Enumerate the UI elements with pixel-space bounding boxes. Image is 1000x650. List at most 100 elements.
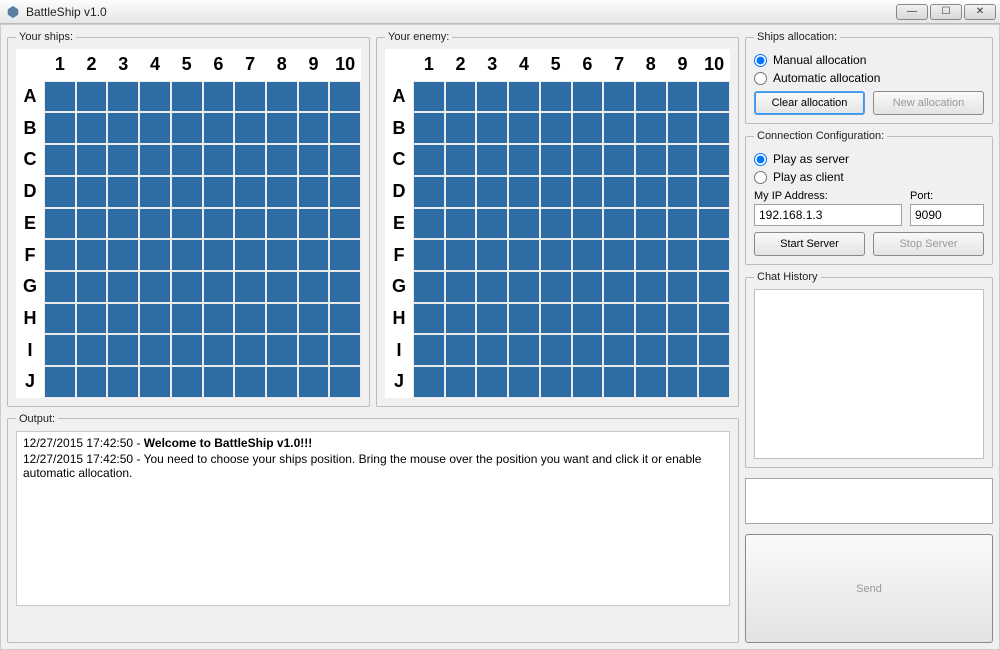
board-cell[interactable] <box>266 366 298 398</box>
board-cell[interactable] <box>476 176 508 208</box>
board-cell[interactable] <box>445 144 477 176</box>
board-cell[interactable] <box>698 144 730 176</box>
close-button[interactable]: ✕ <box>964 4 996 20</box>
board-cell[interactable] <box>139 112 171 144</box>
board-cell[interactable] <box>667 112 699 144</box>
board-cell[interactable] <box>266 334 298 366</box>
board-cell[interactable] <box>107 366 139 398</box>
board-cell[interactable] <box>603 271 635 303</box>
board-cell[interactable] <box>603 334 635 366</box>
board-cell[interactable] <box>76 112 108 144</box>
board-cell[interactable] <box>139 144 171 176</box>
board-cell[interactable] <box>107 208 139 240</box>
board-cell[interactable] <box>603 112 635 144</box>
board-cell[interactable] <box>44 144 76 176</box>
board-cell[interactable] <box>445 112 477 144</box>
your-ships-board[interactable]: 12345678910ABCDEFGHIJ <box>16 49 361 398</box>
board-cell[interactable] <box>413 144 445 176</box>
board-cell[interactable] <box>234 271 266 303</box>
board-cell[interactable] <box>603 303 635 335</box>
board-cell[interactable] <box>540 303 572 335</box>
board-cell[interactable] <box>667 303 699 335</box>
board-cell[interactable] <box>76 176 108 208</box>
board-cell[interactable] <box>667 144 699 176</box>
board-cell[interactable] <box>445 239 477 271</box>
board-cell[interactable] <box>76 208 108 240</box>
board-cell[interactable] <box>171 334 203 366</box>
board-cell[interactable] <box>329 239 361 271</box>
board-cell[interactable] <box>476 239 508 271</box>
manual-allocation-radio[interactable] <box>754 54 767 67</box>
board-cell[interactable] <box>445 81 477 113</box>
board-cell[interactable] <box>572 334 604 366</box>
port-field[interactable] <box>910 204 984 226</box>
board-cell[interactable] <box>667 334 699 366</box>
board-cell[interactable] <box>476 112 508 144</box>
maximize-button[interactable]: ☐ <box>930 4 962 20</box>
board-cell[interactable] <box>203 81 235 113</box>
board-cell[interactable] <box>329 208 361 240</box>
board-cell[interactable] <box>171 112 203 144</box>
board-cell[interactable] <box>76 271 108 303</box>
board-cell[interactable] <box>540 366 572 398</box>
board-cell[interactable] <box>508 144 540 176</box>
board-cell[interactable] <box>139 334 171 366</box>
board-cell[interactable] <box>298 144 330 176</box>
board-cell[interactable] <box>413 239 445 271</box>
board-cell[interactable] <box>44 303 76 335</box>
board-cell[interactable] <box>329 334 361 366</box>
board-cell[interactable] <box>139 303 171 335</box>
board-cell[interactable] <box>572 366 604 398</box>
board-cell[interactable] <box>329 366 361 398</box>
board-cell[interactable] <box>572 271 604 303</box>
board-cell[interactable] <box>445 303 477 335</box>
board-cell[interactable] <box>203 334 235 366</box>
board-cell[interactable] <box>139 366 171 398</box>
board-cell[interactable] <box>234 366 266 398</box>
board-cell[interactable] <box>107 334 139 366</box>
board-cell[interactable] <box>635 271 667 303</box>
board-cell[interactable] <box>698 81 730 113</box>
board-cell[interactable] <box>329 112 361 144</box>
play-client-radio[interactable] <box>754 171 767 184</box>
board-cell[interactable] <box>329 81 361 113</box>
board-cell[interactable] <box>508 176 540 208</box>
board-cell[interactable] <box>413 334 445 366</box>
board-cell[interactable] <box>540 112 572 144</box>
board-cell[interactable] <box>234 144 266 176</box>
board-cell[interactable] <box>603 144 635 176</box>
board-cell[interactable] <box>540 81 572 113</box>
board-cell[interactable] <box>44 208 76 240</box>
board-cell[interactable] <box>635 112 667 144</box>
board-cell[interactable] <box>698 271 730 303</box>
board-cell[interactable] <box>508 208 540 240</box>
chat-input[interactable] <box>745 478 993 524</box>
board-cell[interactable] <box>76 366 108 398</box>
board-cell[interactable] <box>603 81 635 113</box>
board-cell[interactable] <box>107 144 139 176</box>
board-cell[interactable] <box>413 81 445 113</box>
board-cell[interactable] <box>476 366 508 398</box>
board-cell[interactable] <box>508 334 540 366</box>
board-cell[interactable] <box>413 176 445 208</box>
board-cell[interactable] <box>413 366 445 398</box>
board-cell[interactable] <box>413 112 445 144</box>
board-cell[interactable] <box>139 81 171 113</box>
board-cell[interactable] <box>698 176 730 208</box>
board-cell[interactable] <box>76 144 108 176</box>
board-cell[interactable] <box>298 334 330 366</box>
board-cell[interactable] <box>76 303 108 335</box>
board-cell[interactable] <box>698 208 730 240</box>
board-cell[interactable] <box>667 239 699 271</box>
board-cell[interactable] <box>603 239 635 271</box>
board-cell[interactable] <box>445 334 477 366</box>
board-cell[interactable] <box>603 208 635 240</box>
ip-field[interactable] <box>754 204 902 226</box>
board-cell[interactable] <box>44 81 76 113</box>
clear-allocation-button[interactable]: Clear allocation <box>754 91 865 115</box>
stop-server-button[interactable]: Stop Server <box>873 232 984 256</box>
board-cell[interactable] <box>203 176 235 208</box>
board-cell[interactable] <box>76 81 108 113</box>
board-cell[interactable] <box>234 303 266 335</box>
board-cell[interactable] <box>266 112 298 144</box>
